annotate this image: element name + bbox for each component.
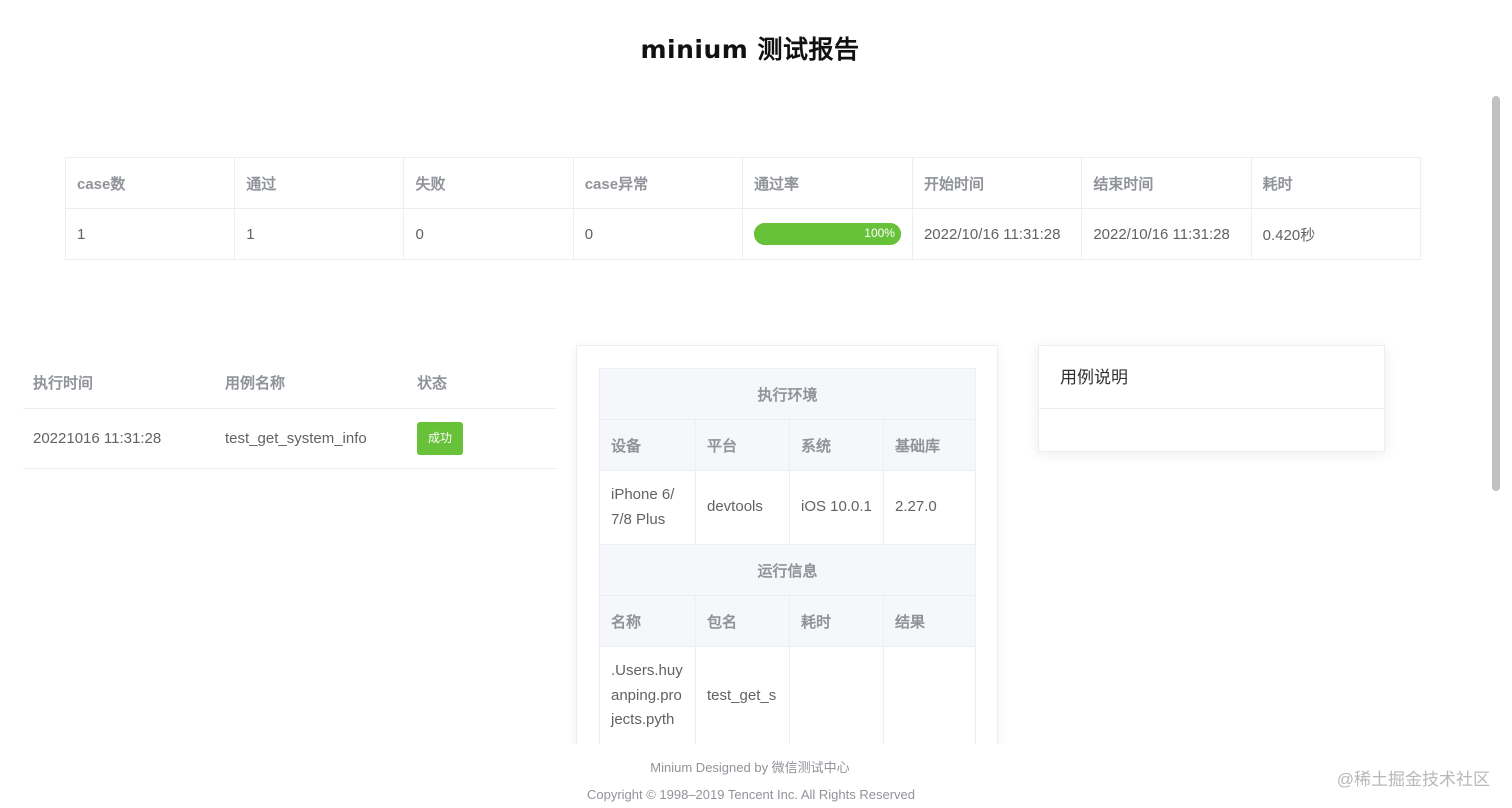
env-platform: devtools [695,470,790,545]
summary-header-passed: 通过 [234,157,405,209]
run-header-result: 结果 [883,595,976,647]
summary-header-end-time: 结束时间 [1081,157,1252,209]
run-value-row: .Users.huyanping.projects.pyth test_get_… [599,646,976,746]
summary-row: 1 1 0 0 100% 2022/10/16 11:31:28 2022/10… [64,208,1422,260]
summary-end-time: 2022/10/16 11:31:28 [1081,208,1252,260]
summary-pass-rate-cell: 100% [741,208,913,260]
summary-passed: 1 [234,208,405,260]
case-header-status: 状态 [407,357,556,409]
summary-failed: 0 [403,208,574,260]
run-header-name: 名称 [599,595,696,647]
env-header-platform: 平台 [695,419,790,471]
case-status-cell: 成功 [407,408,556,469]
env-table: 执行环境 设备 平台 系统 基础库 iPhone 6/7/8 Plus devt… [599,368,976,746]
run-duration [789,646,884,746]
env-sdk: 2.27.0 [883,470,976,545]
env-value-row: iPhone 6/7/8 Plus devtools iOS 10.0.1 2.… [599,470,976,545]
summary-header-row: case数 通过 失败 case异常 通过率 开始时间 结束时间 耗时 [64,157,1422,209]
env-header-sdk: 基础库 [883,419,976,471]
summary-start-time: 2022/10/16 11:31:28 [911,208,1083,260]
pass-rate-progress-bar: 100% [753,223,901,245]
env-section-title: 执行环境 [599,368,976,420]
table-row[interactable]: 20221016 11:31:28 test_get_system_info 成… [23,408,556,469]
summary-case-count: 1 [64,208,236,260]
run-section-title-row: 运行信息 [599,544,976,596]
env-header-device: 设备 [599,419,696,471]
summary-header-failed: 失败 [403,157,574,209]
run-section-title: 运行信息 [599,544,976,596]
run-header-duration: 耗时 [789,595,884,647]
footer-copyright: Copyright © 1998–2019 Tencent Inc. All R… [586,787,916,802]
description-title: 用例说明 [1039,346,1384,409]
summary-header-duration: 耗时 [1250,157,1422,209]
watermark: @稀土掘金技术社区 [1336,770,1490,789]
summary-header-case-count: case数 [64,157,236,209]
status-badge[interactable]: 成功 [417,421,464,455]
env-header-system: 系统 [789,419,884,471]
run-result [883,646,976,746]
run-header-package: 包名 [695,595,790,647]
summary-header-start-time: 开始时间 [911,157,1083,209]
env-header-row: 设备 平台 系统 基础库 [599,419,976,471]
case-name[interactable]: test_get_system_info [215,408,407,469]
env-card: 执行环境 设备 平台 系统 基础库 iPhone 6/7/8 Plus devt… [576,345,998,765]
run-package: test_get_s [695,646,790,746]
pass-rate-label: 100% [864,226,895,240]
summary-header-pass-rate: 通过率 [741,157,913,209]
summary-header-errors: case异常 [572,157,743,209]
vertical-scrollbar[interactable] [1492,96,1500,491]
env-system: iOS 10.0.1 [789,470,884,545]
case-time: 20221016 11:31:28 [23,408,215,469]
summary-table: case数 通过 失败 case异常 通过率 开始时间 结束时间 耗时 1 1 … [64,157,1422,260]
case-header-name: 用例名称 [215,357,407,409]
case-list-table: 执行时间 用例名称 状态 20221016 11:31:28 test_get_… [23,357,556,469]
summary-duration: 0.420秒 [1250,208,1422,260]
env-device: iPhone 6/7/8 Plus [599,470,696,545]
case-header-time: 执行时间 [23,357,215,409]
summary-errors: 0 [572,208,743,260]
footer-designed-by: Minium Designed by 微信测试中心 [650,760,850,775]
page-title: minium 测试报告 [640,35,860,64]
run-header-row: 名称 包名 耗时 结果 [599,595,976,647]
description-card: 用例说明 [1038,345,1385,452]
case-list-header-row: 执行时间 用例名称 状态 [23,357,556,409]
run-name: .Users.huyanping.projects.pyth [599,646,696,746]
env-section-title-row: 执行环境 [599,368,976,420]
